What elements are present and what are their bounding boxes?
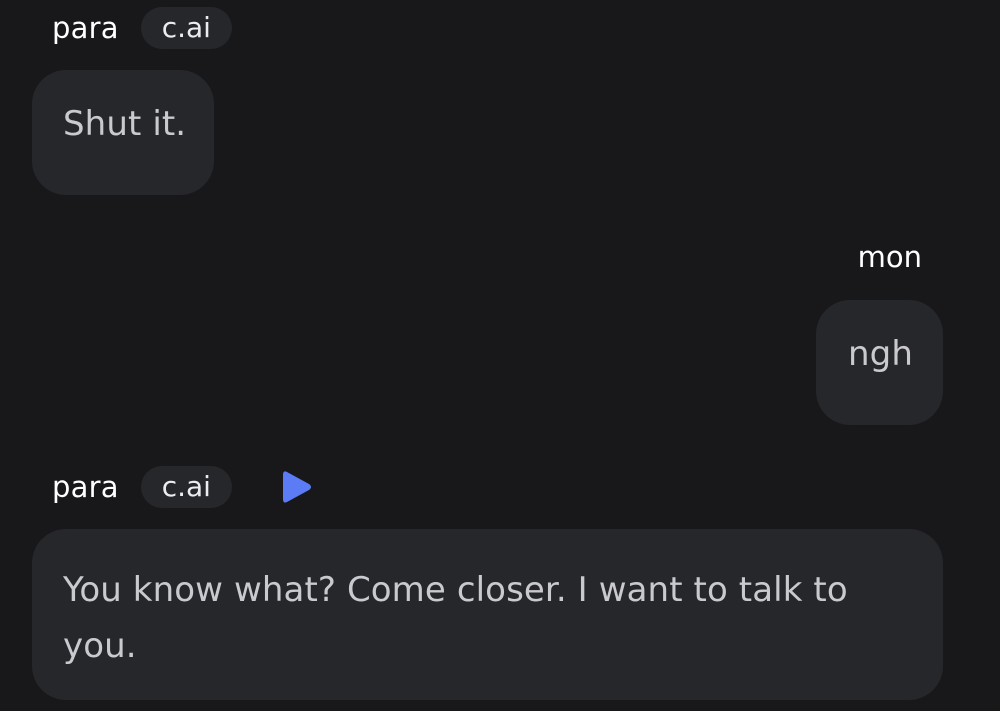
chat-thread: para c.ai Shut it. mon ngh para c.ai You… xyxy=(0,0,1000,711)
character-name[interactable]: para xyxy=(52,466,119,508)
message-header: para c.ai xyxy=(52,7,232,49)
cai-badge: c.ai xyxy=(140,466,232,508)
user-name[interactable]: mon xyxy=(858,236,922,278)
message-text: You know what? Come closer. I want to ta… xyxy=(63,570,848,666)
cai-badge: c.ai xyxy=(140,7,232,49)
play-icon[interactable] xyxy=(280,468,314,506)
character-message-bubble: Shut it. xyxy=(32,70,214,195)
character-name[interactable]: para xyxy=(52,7,119,49)
user-message-bubble: ngh xyxy=(816,300,943,425)
message-text: Shut it. xyxy=(63,104,187,144)
character-message-bubble: You know what? Come closer. I want to ta… xyxy=(32,529,943,700)
message-header: para c.ai xyxy=(52,466,314,508)
message-text: ngh xyxy=(848,334,913,374)
